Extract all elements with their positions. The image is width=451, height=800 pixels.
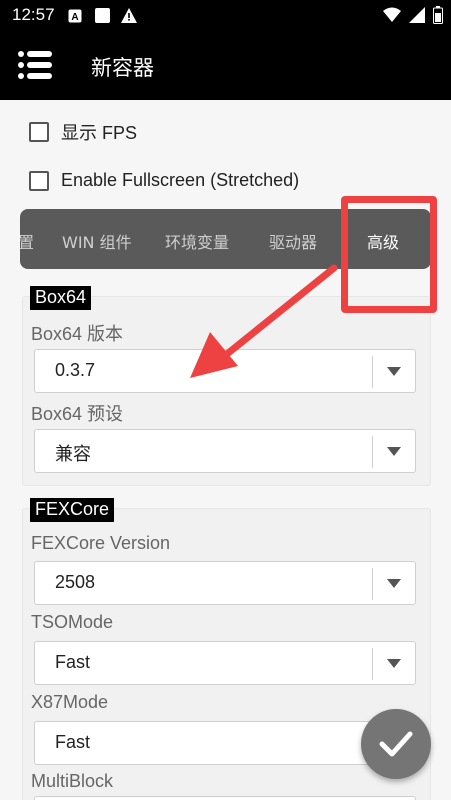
highlight-box xyxy=(341,196,437,313)
wifi-icon xyxy=(383,7,401,27)
menu-icon[interactable] xyxy=(18,50,52,82)
battery-icon xyxy=(433,6,443,28)
multiblock-label: MultiBlock xyxy=(31,771,114,791)
select-divider xyxy=(372,356,373,388)
check-icon xyxy=(379,731,413,757)
select-value: 兼容 xyxy=(55,444,91,464)
select-divider xyxy=(372,648,373,680)
box64-version-select[interactable]: 0.3.7 xyxy=(34,349,416,393)
x87-mode-select[interactable]: Fast xyxy=(34,721,416,765)
show-fps-checkbox[interactable]: 显示 FPS xyxy=(29,119,137,145)
svg-text:A: A xyxy=(71,12,78,23)
tab-win-components[interactable]: WIN 组件 xyxy=(62,229,132,253)
box64-preset-select[interactable]: 兼容 xyxy=(34,429,416,473)
checkbox-label: Enable Fullscreen (Stretched) xyxy=(61,170,300,190)
box64-header: Box64 xyxy=(30,286,92,310)
tab-drivers[interactable]: 驱动器 xyxy=(269,229,317,253)
warning-icon xyxy=(121,8,137,27)
tso-mode-label: TSOMode xyxy=(31,612,114,632)
select-divider xyxy=(372,568,373,600)
tso-mode-select[interactable]: Fast xyxy=(34,641,416,685)
square-icon xyxy=(95,8,110,27)
confirm-fab[interactable] xyxy=(361,709,431,779)
app-bar: 新容器 xyxy=(0,32,451,100)
box64-version-label: Box64 版本 xyxy=(31,324,124,344)
chevron-down-icon xyxy=(387,579,401,588)
status-bar: 12:57 A xyxy=(0,0,451,32)
status-time: 12:57 xyxy=(12,5,55,24)
checkbox-box[interactable] xyxy=(29,170,49,191)
fexcore-header: FEXCore xyxy=(30,498,115,522)
page-title: 新容器 xyxy=(91,56,154,80)
box64-preset-label: Box64 预设 xyxy=(31,404,124,424)
screen: 12:57 A 新容器 显示 FPS Enable Fullscreen (St… xyxy=(0,0,451,800)
select-value: Fast xyxy=(55,652,91,672)
tab-env-vars[interactable]: 环境变量 xyxy=(165,229,229,253)
chevron-down-icon xyxy=(387,659,401,668)
select-value: 0.3.7 xyxy=(55,360,96,380)
fexcore-version-label: FEXCore Version xyxy=(31,533,171,553)
fullscreen-checkbox[interactable]: Enable Fullscreen (Stretched) xyxy=(29,170,299,191)
chevron-down-icon xyxy=(387,447,401,456)
status-icons-right xyxy=(383,6,443,28)
checkbox-box[interactable] xyxy=(29,122,49,142)
select-value: 2508 xyxy=(55,572,96,592)
fexcore-version-select[interactable]: 2508 xyxy=(34,561,416,605)
signal-icon xyxy=(409,7,425,27)
chevron-down-icon xyxy=(387,367,401,376)
multiblock-select-partial[interactable] xyxy=(34,796,416,800)
select-divider xyxy=(372,436,373,468)
checkbox-label: 显示 FPS xyxy=(61,123,138,143)
x87-mode-label: X87Mode xyxy=(31,692,109,712)
a-box-icon: A xyxy=(68,8,82,27)
select-value: Fast xyxy=(55,732,91,752)
tab-settings-partial[interactable]: 置 xyxy=(20,229,34,253)
